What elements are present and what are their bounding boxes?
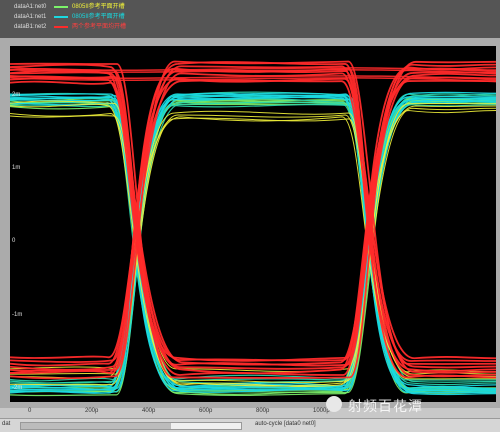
eye-trace (9, 100, 497, 384)
horizontal-scrollbar[interactable] (20, 422, 242, 430)
status-center-text: auto-cycle [data0 net0] (255, 421, 316, 427)
eye-trace (9, 98, 497, 395)
eye-trace (9, 101, 497, 390)
eye-trace (9, 103, 497, 389)
eye-trace (9, 92, 497, 384)
eye-trace (9, 93, 497, 391)
eye-trace (9, 110, 497, 380)
eye-trace (9, 77, 497, 375)
watermark-logo-icon (326, 396, 342, 412)
eye-trace (9, 107, 497, 387)
eye-trace (9, 67, 497, 379)
y-tick-label: 0 (12, 238, 16, 244)
legend-panel: dataA1:net0 0805II参考平面开槽 dataA1:net1 080… (0, 0, 500, 38)
legend-description: 两个参考平面均开槽 (72, 24, 127, 30)
y-tick-label: -1m (12, 312, 23, 318)
eye-trace (9, 104, 497, 384)
eye-diagram-svg (9, 60, 497, 397)
eye-trace (9, 97, 497, 396)
eye-trace (9, 65, 497, 360)
eye-trace (9, 114, 497, 386)
scrollbar-thumb[interactable] (21, 423, 171, 429)
eye-trace (9, 79, 497, 369)
eye-trace (9, 92, 497, 394)
eye-trace (9, 117, 497, 373)
legend-signal: dataA1:net0 (14, 4, 47, 10)
eye-diagram-plot[interactable] (9, 46, 497, 402)
eye-trace (9, 116, 497, 379)
eye-trace (9, 92, 497, 396)
eye-trace (9, 98, 497, 386)
eye-trace (9, 94, 497, 394)
legend-swatch (54, 6, 68, 8)
eye-trace (9, 72, 497, 374)
eye-trace (9, 95, 497, 390)
eye-trace (9, 91, 497, 391)
status-bar: dat auto-cycle [data0 net0] (0, 418, 500, 432)
legend-description: 0805II参考平面开槽 (72, 14, 125, 20)
eye-trace (9, 91, 497, 392)
legend-swatch (54, 26, 68, 28)
eye-trace (9, 101, 497, 389)
eye-trace (9, 94, 497, 393)
x-tick-label: 800p (256, 408, 270, 414)
x-tick-label: 400p (142, 408, 156, 414)
eye-trace (9, 98, 497, 397)
eye-trace (9, 94, 497, 390)
eye-trace (9, 94, 497, 392)
eye-trace (9, 97, 497, 392)
eye-trace (9, 97, 497, 391)
legend-description: 0805II参考平面开槽 (72, 4, 125, 10)
x-tick-label: 0 (28, 408, 32, 414)
eye-trace (9, 96, 497, 391)
eye-trace (9, 97, 497, 382)
y-tick-label: 1m (12, 165, 21, 171)
watermark-text: 射频百花潭 (348, 399, 423, 415)
status-left-text: dat (2, 421, 11, 427)
y-tick-label: 2m (12, 92, 21, 98)
eye-trace (9, 62, 497, 379)
legend-signal: dataB1:net2 (14, 24, 47, 30)
eye-trace (9, 103, 497, 372)
legend-signal: dataA1:net1 (14, 14, 47, 20)
eye-trace (9, 71, 497, 376)
eye-trace (9, 68, 497, 367)
eye-trace (9, 93, 497, 391)
eye-trace (9, 60, 497, 366)
eye-trace (9, 93, 497, 390)
eye-trace (9, 98, 497, 394)
eye-trace (9, 103, 497, 387)
legend-swatch (54, 16, 68, 18)
eye-trace (9, 100, 497, 393)
eye-trace (9, 99, 497, 394)
eye-trace (9, 93, 497, 380)
y-tick-label: -2m (12, 385, 23, 391)
eye-trace (9, 96, 497, 389)
x-tick-label: 200p (85, 408, 99, 414)
x-tick-label: 600p (199, 408, 213, 414)
eye-trace (9, 101, 497, 392)
eye-trace (9, 99, 497, 388)
